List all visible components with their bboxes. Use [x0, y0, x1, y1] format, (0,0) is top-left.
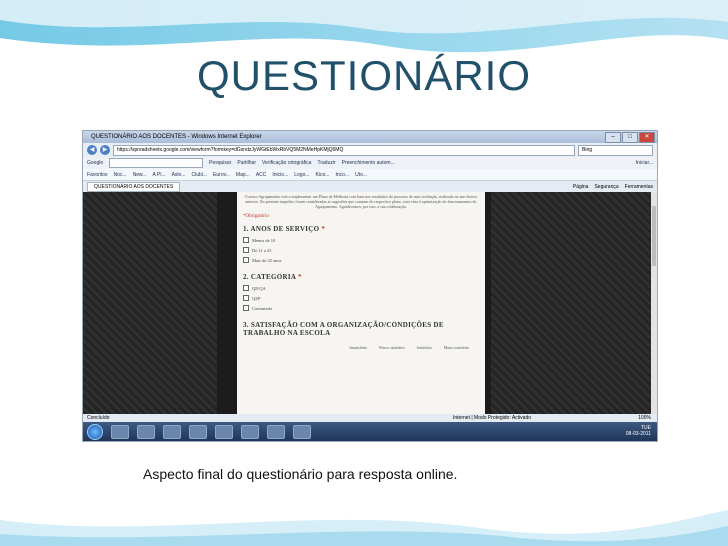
- checkbox-option[interactable]: Menos de 10: [243, 237, 479, 243]
- scale-label: Pouco satisfeito: [379, 345, 405, 350]
- checkbox-option[interactable]: Contratado: [243, 305, 479, 311]
- favorite-item[interactable]: A Pl...: [153, 172, 166, 178]
- minimize-button[interactable]: –: [605, 132, 621, 143]
- back-arrow-icon[interactable]: ◀: [87, 145, 97, 155]
- powerpoint-icon[interactable]: [241, 424, 259, 439]
- zoom-level[interactable]: 100%: [638, 414, 651, 422]
- scale-label: Satisfeito: [416, 345, 432, 350]
- favorites-bar: Favoritos Noc... New... A Pl... Aslo... …: [83, 169, 657, 181]
- favorite-item[interactable]: Noc...: [114, 172, 127, 178]
- forward-arrow-icon[interactable]: ▶: [100, 145, 110, 155]
- media-icon[interactable]: [163, 424, 181, 439]
- favorite-item[interactable]: Map...: [236, 172, 250, 178]
- question-title: 3. SATISFAÇÃO COM A ORGANIZAÇÃO/CONDIÇÕE…: [243, 321, 444, 337]
- favorites-button[interactable]: Favoritos: [87, 172, 108, 178]
- checkbox[interactable]: [243, 295, 249, 301]
- favorite-item[interactable]: Inco...: [335, 172, 349, 178]
- app-icon[interactable]: [293, 424, 311, 439]
- folder-icon[interactable]: [137, 424, 155, 439]
- bing-search-field[interactable]: Bing: [578, 144, 653, 156]
- favorite-item[interactable]: Eurov...: [213, 172, 230, 178]
- url-field[interactable]: https://spreadsheets.google.com/viewform…: [113, 144, 575, 156]
- background-pattern: [83, 192, 217, 414]
- ie-icon[interactable]: [111, 424, 129, 439]
- favorite-item[interactable]: Inicio...: [272, 172, 288, 178]
- maximize-button[interactable]: □: [622, 132, 638, 143]
- scale-label: Muito satisfeito: [443, 345, 469, 350]
- toolbar-item[interactable]: Pesquisar: [209, 160, 231, 166]
- windows-taskbar: TUE 08-03-2011: [83, 422, 657, 441]
- question-title: 1. ANOS DE SERVIÇO *: [243, 225, 326, 233]
- checkbox-option[interactable]: De 11 a 25: [243, 247, 479, 253]
- checkbox[interactable]: [243, 257, 249, 263]
- security-menu[interactable]: Segurança: [594, 184, 618, 190]
- favorite-item[interactable]: ACC: [256, 172, 267, 178]
- google-toolbar: Google Pesquisar Partilhar Verificação o…: [83, 157, 657, 169]
- toolbar-item[interactable]: Preenchimento autom...: [342, 160, 395, 166]
- toolbar-item[interactable]: Verificação ortográfica: [262, 160, 311, 166]
- toolbar-item[interactable]: Traduzir: [317, 160, 335, 166]
- start-orb-icon[interactable]: [87, 423, 103, 440]
- taskbar-clock[interactable]: TUE 08-03-2011: [626, 425, 651, 437]
- favorite-item[interactable]: Clubl...: [192, 172, 208, 178]
- toolbar-item[interactable]: Partilhar: [237, 160, 256, 166]
- security-zone: Internet | Modo Protegido: Activado: [453, 415, 532, 421]
- google-search-input[interactable]: [109, 158, 204, 168]
- command-bar: Página Segurança Ferramentas: [573, 184, 653, 190]
- app-icon[interactable]: [189, 424, 207, 439]
- window-title: QUESTIONÁRIO AOS DOCENTES - Windows Inte…: [91, 134, 262, 140]
- toolbar-user[interactable]: Iniciar...: [636, 160, 653, 166]
- favorite-item[interactable]: Uto...: [355, 172, 367, 178]
- scrollbar-thumb[interactable]: [652, 206, 656, 266]
- form-intro: O nosso Agrupamento está a implementar u…: [244, 194, 478, 209]
- checkbox[interactable]: [243, 237, 249, 243]
- rating-scale-header: Insatisfeito Pouco satisfeito Satisfeito…: [243, 345, 479, 350]
- status-bar: Concluído Internet | Modo Protegido: Act…: [83, 414, 657, 422]
- status-text: Concluído: [87, 415, 110, 421]
- background-pattern: [491, 192, 657, 414]
- slide-title: QUESTIONÁRIO: [196, 52, 532, 99]
- google-form: O nosso Agrupamento está a implementar u…: [237, 192, 485, 414]
- checkbox[interactable]: [243, 285, 249, 291]
- page-menu[interactable]: Página: [573, 184, 589, 190]
- close-button[interactable]: ✕: [639, 132, 655, 143]
- scale-label: Insatisfeito: [349, 345, 368, 350]
- favorite-item[interactable]: Logo...: [294, 172, 309, 178]
- favorite-item[interactable]: Aslo...: [172, 172, 186, 178]
- checkbox-option[interactable]: QE/QA: [243, 285, 479, 291]
- checkbox[interactable]: [243, 247, 249, 253]
- favorite-item[interactable]: New...: [133, 172, 147, 178]
- address-bar: ◀ ▶ https://spreadsheets.google.com/view…: [83, 143, 657, 157]
- checkbox[interactable]: [243, 305, 249, 311]
- favorite-item[interactable]: Kico...: [316, 172, 330, 178]
- google-label: Google: [87, 160, 104, 166]
- checkbox-option[interactable]: Mais de 25 anos: [243, 257, 479, 263]
- vertical-scrollbar[interactable]: [651, 192, 657, 414]
- word-icon[interactable]: [215, 424, 233, 439]
- tools-menu[interactable]: Ferramentas: [625, 184, 653, 190]
- slide-caption: Aspecto final do questionário para respo…: [143, 466, 458, 482]
- tab-questionario[interactable]: QUESTIONÁRIO AOS DOCENTES: [87, 181, 181, 192]
- page-content: O nosso Agrupamento está a implementar u…: [83, 192, 657, 414]
- required-note: *Obrigatório: [243, 214, 269, 219]
- excel-icon[interactable]: [267, 424, 285, 439]
- checkbox-option[interactable]: QZP: [243, 295, 479, 301]
- question-title: 2. CATEGORIA *: [243, 273, 302, 281]
- window-titlebar: QUESTIONÁRIO AOS DOCENTES - Windows Inte…: [83, 131, 657, 143]
- browser-screenshot: QUESTIONÁRIO AOS DOCENTES - Windows Inte…: [82, 130, 658, 442]
